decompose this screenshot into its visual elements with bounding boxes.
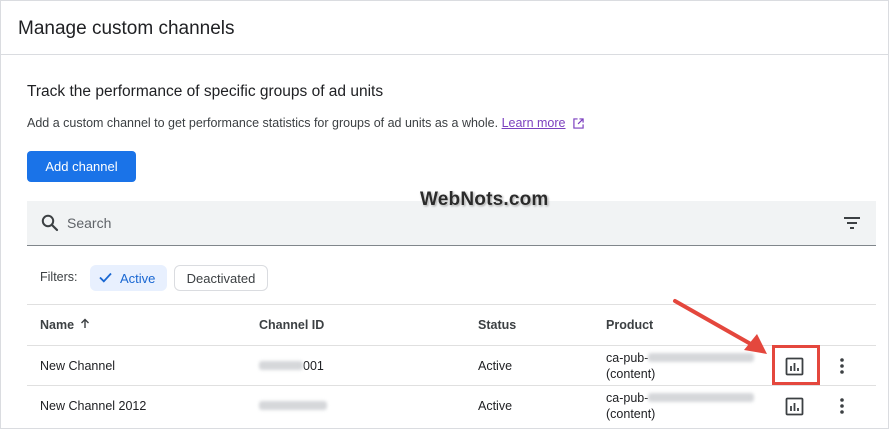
learn-more-link[interactable]: Learn more: [502, 116, 566, 130]
chip-label: Active: [120, 270, 156, 286]
product-prefix: ca-pub-: [606, 350, 649, 365]
watermark: WebNots.com: [420, 189, 549, 210]
more-vert-icon[interactable]: [837, 397, 847, 415]
table-row: New Channel 2012 Active ca-pub- (content…: [27, 385, 876, 425]
description-text: Add a custom channel to get performance …: [27, 116, 499, 130]
product-type: (content): [606, 406, 656, 421]
search-icon: [41, 214, 59, 237]
filter-list-icon[interactable]: [843, 215, 861, 236]
custom-channels-dialog: Manage custom channels Track the perform…: [0, 0, 889, 429]
external-link-icon: [573, 118, 584, 132]
check-icon: [99, 271, 112, 286]
filter-chip-active[interactable]: Active: [90, 265, 167, 291]
add-channel-button[interactable]: Add channel: [27, 151, 136, 182]
channel-status: Active: [478, 398, 513, 413]
redacted-text: [259, 361, 303, 370]
section-title: Track the performance of specific groups…: [27, 83, 384, 100]
channel-status: Active: [478, 358, 513, 373]
page-title: Manage custom channels: [18, 18, 235, 39]
filter-chip-deactivated[interactable]: Deactivated: [174, 265, 268, 291]
redacted-text: [259, 401, 327, 410]
column-header-channel-id[interactable]: Channel ID: [259, 305, 324, 345]
column-header-name[interactable]: Name: [40, 305, 90, 345]
channel-product: ca-pub- (content): [606, 386, 755, 425]
channel-name: New Channel: [40, 358, 116, 373]
search-input[interactable]: Search: [67, 215, 111, 231]
section-description: Add a custom channel to get performance …: [27, 116, 584, 132]
product-type: (content): [606, 366, 656, 381]
dialog-header: Manage custom channels: [1, 1, 888, 55]
channel-id-suffix: 001: [303, 358, 324, 373]
channel-id: 001: [259, 346, 324, 385]
redacted-text: [648, 392, 755, 402]
filters-label: Filters:: [40, 270, 78, 284]
sort-arrow-up-icon: [80, 318, 90, 332]
column-header-status[interactable]: Status: [478, 305, 516, 345]
channel-name: New Channel 2012: [40, 398, 147, 413]
annotation-arrow-icon: [661, 291, 773, 366]
highlight-box: [772, 345, 820, 385]
more-vert-icon[interactable]: [837, 357, 847, 375]
view-report-icon[interactable]: [785, 397, 806, 416]
column-header-product[interactable]: Product: [606, 305, 653, 345]
product-prefix: ca-pub-: [606, 390, 649, 405]
channel-id: [259, 386, 327, 425]
column-label: Name: [40, 318, 75, 332]
